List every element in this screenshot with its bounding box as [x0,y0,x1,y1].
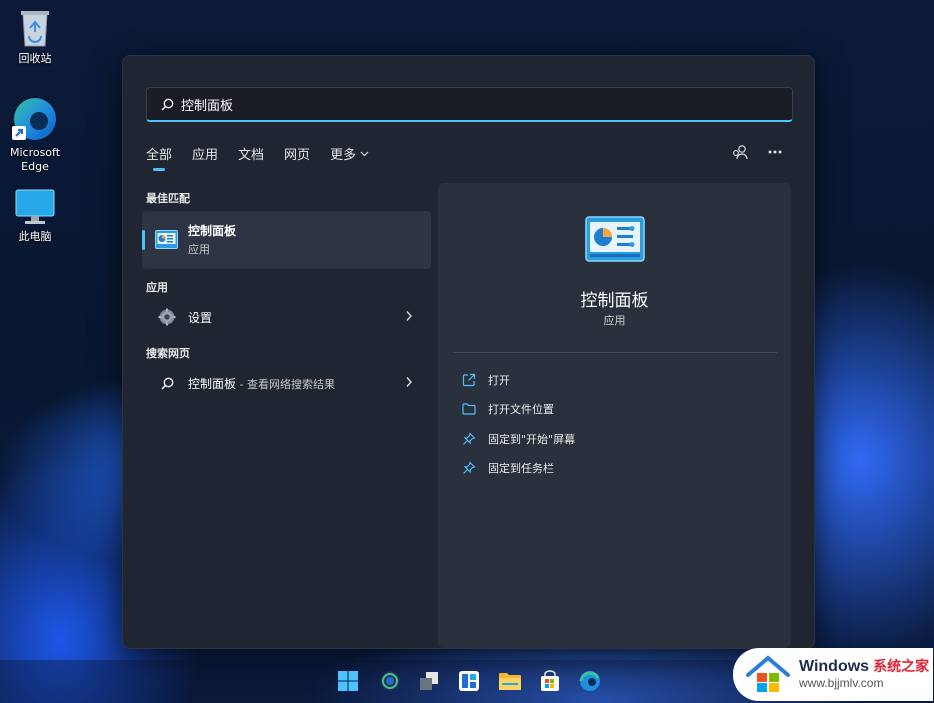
web-result-description: - 查看网络搜索结果 [236,377,335,391]
watermark-badge: Windows 系统之家 www.bjjmlv.com [733,648,933,701]
action-pin-to-taskbar[interactable]: 固定到任务栏 [462,460,554,476]
edge-icon[interactable] [579,670,601,692]
action-label: 固定到"开始"屏幕 [488,433,576,446]
preview-pane: 控制面板 应用 打开 打开文件位置 固定到"开始"屏幕 固定到任务栏 [438,183,791,648]
chevron-right-icon [406,377,412,387]
watermark-url: www.bjjmlv.com [799,676,884,690]
action-label: 打开 [488,374,510,387]
app-result-settings[interactable]: 设置 [142,302,431,332]
chevron-right-icon [406,311,412,321]
desktop-icon-label: 回收站 [18,52,52,65]
tab-apps[interactable]: 应用 [192,144,218,163]
action-open-file-location[interactable]: 打开文件位置 [462,401,554,417]
tab-documents[interactable]: 文档 [238,144,264,163]
edge-icon [12,98,56,140]
divider [453,352,777,353]
action-label: 固定到任务栏 [488,462,554,475]
action-pin-to-start[interactable]: 固定到"开始"屏幕 [462,431,575,447]
apps-heading: 应用 [146,281,168,294]
windows-start-icon[interactable] [337,670,359,692]
app-result-label: 设置 [188,310,213,325]
control-panel-icon [585,216,645,262]
desktop-icon-recycle-bin[interactable]: 回收站 [5,8,65,66]
recycle-bin-icon [21,11,49,47]
search-panel: 全部 应用 文档 网页 更多 最佳匹配 [122,55,815,649]
file-explorer-icon[interactable] [498,670,522,692]
folder-icon [462,403,476,415]
desktop-icon-label: 此电脑 [18,230,52,243]
gear-icon [158,308,176,326]
tab-more-label: 更多 [330,148,357,163]
monitor-icon [15,189,55,224]
action-open[interactable]: 打开 [462,372,510,388]
best-match-item[interactable]: 控制面板 应用 [142,211,431,269]
preview-title: 控制面板 [580,291,649,311]
chevron-down-icon [360,151,369,156]
tab-all[interactable]: 全部 [146,144,172,171]
more-options-icon[interactable] [768,150,782,154]
watermark-cn: 系统之家 [873,659,930,675]
best-match-heading: 最佳匹配 [146,192,190,205]
selection-indicator [142,230,145,250]
search-box[interactable] [146,87,793,122]
best-match-type: 应用 [188,243,210,256]
web-result-query: 控制面板 [188,376,237,391]
tab-web[interactable]: 网页 [284,144,310,163]
desktop-icon-this-pc[interactable]: 此电脑 [5,188,65,244]
search-icon [161,377,173,389]
task-view-icon[interactable] [418,670,440,692]
desktop-icon-label: Microsoft Edge [9,146,61,173]
web-heading: 搜索网页 [146,347,190,360]
search-input[interactable] [181,96,741,112]
best-match-name: 控制面板 [188,224,237,238]
preview-subtitle: 应用 [603,314,626,327]
action-label: 打开文件位置 [488,403,554,416]
store-icon[interactable] [539,670,561,692]
pin-icon [463,432,476,445]
watermark-brand: Windows [799,658,870,675]
search-icon[interactable] [379,670,401,692]
desktop-icon-edge[interactable]: Microsoft Edge [5,96,65,174]
search-tabs: 全部 应用 文档 网页 更多 [146,144,389,171]
search-icon [161,98,174,110]
widgets-icon[interactable] [458,670,480,692]
pin-icon [463,461,476,474]
web-result[interactable]: 控制面板 - 查看网络搜索结果 [142,368,431,398]
open-external-icon [462,373,476,387]
control-panel-icon [155,230,178,249]
header-actions [732,144,782,160]
account-switch-icon[interactable] [732,144,748,160]
tab-more[interactable]: 更多 [330,144,369,163]
house-windows-logo [746,654,790,692]
